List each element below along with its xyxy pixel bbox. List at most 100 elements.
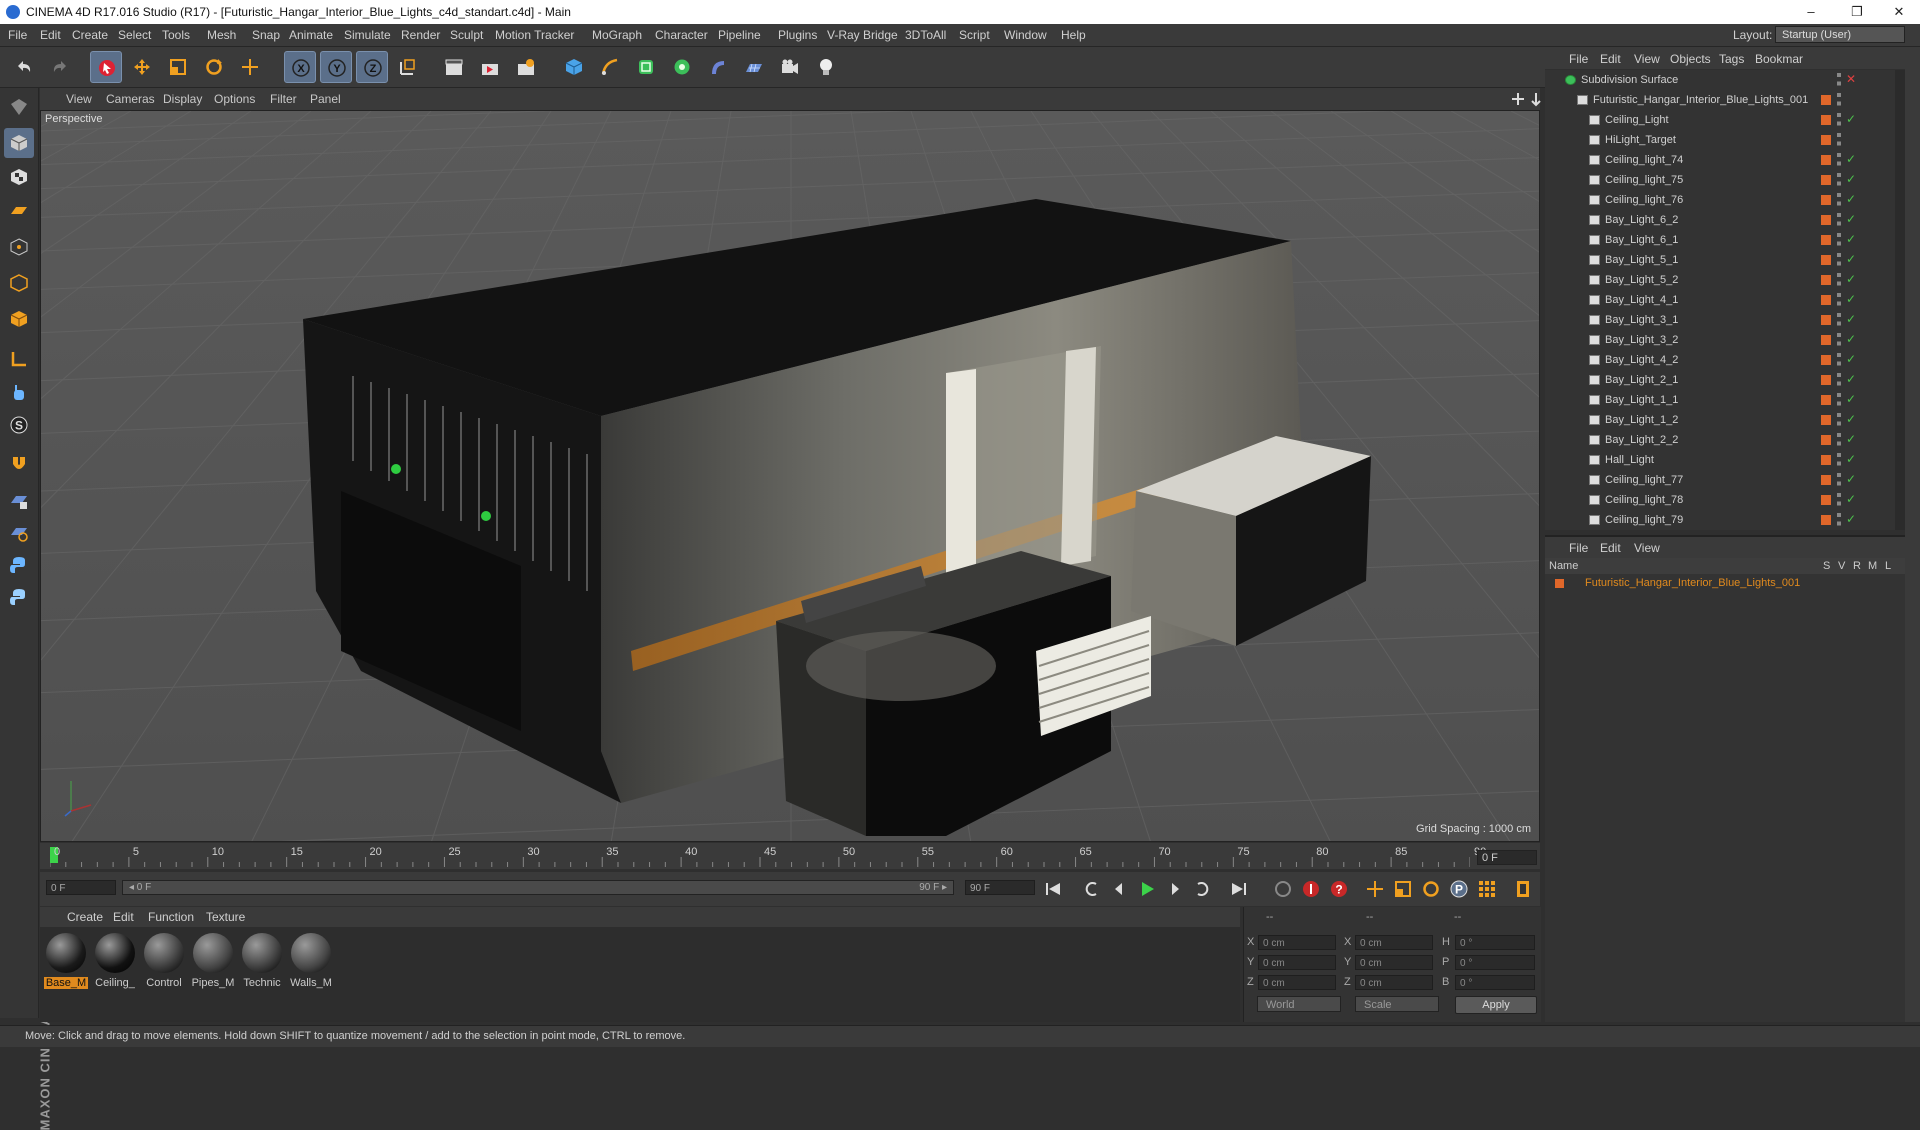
key-pla-button[interactable]	[1474, 876, 1500, 902]
layer-manager-list[interactable]: Futuristic_Hangar_Interior_Blue_Lights_0…	[1545, 574, 1905, 1022]
tweak-mode-button[interactable]	[4, 378, 34, 408]
object-row[interactable]: Bay_Light_2_1 ✓	[1545, 370, 1895, 390]
timeline[interactable]: 051015202530354045505560657075808590 0 F	[40, 843, 1540, 869]
axis-mode-button[interactable]	[4, 344, 34, 374]
texture-mode-button[interactable]	[4, 162, 34, 192]
object-row[interactable]: Ceiling_light_77 ✓	[1545, 470, 1895, 490]
viewport-menu-cameras[interactable]: Cameras	[106, 92, 155, 106]
z-axis-lock-button[interactable]: Z	[356, 51, 388, 83]
timeline-layout-button[interactable]	[1510, 876, 1536, 902]
material-swatch[interactable]: Walls_M	[289, 931, 333, 991]
menu-pipeline[interactable]: Pipeline	[718, 28, 761, 42]
visibility-dots[interactable]	[1837, 393, 1841, 407]
menu-window[interactable]: Window	[1004, 28, 1047, 42]
goto-previous-key-button[interactable]	[1078, 876, 1104, 902]
visibility-dots[interactable]	[1837, 433, 1841, 447]
menu-v-ray-bridge[interactable]: V-Ray Bridge	[827, 28, 898, 42]
visibility-dots[interactable]	[1837, 453, 1841, 467]
planar-workplane-button[interactable]	[4, 518, 34, 548]
enabled-check-icon[interactable]: ✓	[1846, 392, 1856, 406]
object-row[interactable]: Bay_Light_1_1 ✓	[1545, 390, 1895, 410]
layer-column-l[interactable]: L	[1885, 560, 1891, 572]
material-menu-function[interactable]: Function	[148, 910, 194, 924]
scale-tool-button[interactable]	[162, 51, 194, 83]
cube-primitive-button[interactable]	[558, 51, 590, 83]
material-menu-create[interactable]: Create	[67, 910, 103, 924]
material-swatch[interactable]: Ceiling_	[93, 931, 137, 991]
object-menu-bookmar[interactable]: Bookmar	[1755, 52, 1803, 66]
redo-button[interactable]	[44, 51, 76, 83]
make-editable-button[interactable]	[4, 92, 34, 122]
material-menu-edit[interactable]: Edit	[113, 910, 134, 924]
object-row[interactable]: Bay_Light_3_2 ✓	[1545, 330, 1895, 350]
python-script-button[interactable]	[4, 550, 34, 580]
end-frame-field[interactable]: 90 F	[965, 880, 1035, 895]
menu-file[interactable]: File	[8, 28, 27, 42]
preview-range-slider[interactable]: ◂ 0 F 90 F ▸	[122, 880, 954, 895]
object-row[interactable]: Ceiling_light_79 ✓	[1545, 510, 1895, 530]
visibility-dots[interactable]	[1837, 193, 1841, 207]
object-row[interactable]: Bay_Light_1_2 ✓	[1545, 410, 1895, 430]
object-row[interactable]: Bay_Light_2_2 ✓	[1545, 430, 1895, 450]
material-swatch[interactable]: Base_M	[44, 931, 88, 991]
start-frame-field[interactable]: 0 F	[46, 880, 116, 895]
object-manager-scrollbar[interactable]	[1895, 70, 1905, 530]
enabled-check-icon[interactable]: ✓	[1846, 472, 1856, 486]
x-axis-lock-button[interactable]: X	[284, 51, 316, 83]
spline-pen-button[interactable]	[594, 51, 626, 83]
object-menu-view[interactable]: View	[1634, 52, 1660, 66]
magnet-button[interactable]	[4, 448, 34, 478]
enabled-check-icon[interactable]: ✓	[1846, 412, 1856, 426]
object-menu-file[interactable]: File	[1569, 52, 1588, 66]
minimize-button[interactable]: –	[1788, 0, 1834, 24]
disabled-x-icon[interactable]: ✕	[1846, 72, 1856, 86]
enabled-check-icon[interactable]: ✓	[1846, 252, 1856, 266]
enabled-check-icon[interactable]: ✓	[1846, 112, 1856, 126]
viewport-menu-panel[interactable]: Panel	[310, 92, 341, 106]
lock-workplane-button[interactable]	[4, 486, 34, 516]
enabled-check-icon[interactable]: ✓	[1846, 512, 1856, 526]
visibility-dots[interactable]	[1837, 353, 1841, 367]
enabled-check-icon[interactable]: ✓	[1846, 272, 1856, 286]
autokeying-button[interactable]: ?	[1326, 876, 1352, 902]
menu-mesh[interactable]: Mesh	[207, 28, 236, 42]
object-row[interactable]: Bay_Light_5_2 ✓	[1545, 270, 1895, 290]
visibility-dots[interactable]	[1837, 253, 1841, 267]
enabled-check-icon[interactable]: ✓	[1846, 172, 1856, 186]
object-manager-list[interactable]: Subdivision Surface ✕ Futuristic_Hangar_In…	[1545, 70, 1895, 530]
model-mode-button[interactable]	[4, 128, 34, 158]
object-row[interactable]: Futuristic_Hangar_Interior_Blue_Lights_0…	[1545, 90, 1895, 110]
visibility-dots[interactable]	[1837, 173, 1841, 187]
python-script-2-button[interactable]	[4, 582, 34, 612]
menu-simulate[interactable]: Simulate	[344, 28, 391, 42]
visibility-dots[interactable]	[1837, 233, 1841, 247]
position-x-field[interactable]: 0 cm	[1258, 935, 1336, 950]
visibility-dots[interactable]	[1837, 513, 1841, 527]
viewport-menu-view[interactable]: View	[66, 92, 92, 106]
object-row[interactable]: Ceiling_Light ✓	[1545, 110, 1895, 130]
menu-edit[interactable]: Edit	[40, 28, 61, 42]
size-x-field[interactable]: 0 cm	[1355, 935, 1433, 950]
visibility-dots[interactable]	[1837, 113, 1841, 127]
snap-button[interactable]: S	[4, 410, 34, 440]
rotation-h-field[interactable]: 0 °	[1455, 935, 1535, 950]
right-dock-tabs[interactable]	[1905, 47, 1920, 1022]
object-row[interactable]: Ceiling_light_76 ✓	[1545, 190, 1895, 210]
object-row[interactable]: Hall_Light ✓	[1545, 450, 1895, 470]
close-button[interactable]: ✕	[1876, 0, 1920, 24]
layer-column-name[interactable]: Name	[1549, 560, 1578, 572]
motion-record-button[interactable]	[1270, 876, 1296, 902]
floor-button[interactable]	[738, 51, 770, 83]
visibility-dots[interactable]	[1837, 373, 1841, 387]
layer-menu-edit[interactable]: Edit	[1600, 541, 1621, 555]
enabled-check-icon[interactable]: ✓	[1846, 332, 1856, 346]
object-menu-tags[interactable]: Tags	[1719, 52, 1744, 66]
layer-column-s[interactable]: S	[1823, 560, 1830, 572]
timeline-ruler[interactable]	[50, 843, 1470, 869]
enabled-check-icon[interactable]: ✓	[1846, 212, 1856, 226]
menu-mograph[interactable]: MoGraph	[592, 28, 642, 42]
enabled-check-icon[interactable]: ✓	[1846, 192, 1856, 206]
visibility-dots[interactable]	[1837, 493, 1841, 507]
material-swatch[interactable]: Pipes_M	[191, 931, 235, 991]
layout-dropdown[interactable]: Startup (User)	[1775, 26, 1905, 43]
